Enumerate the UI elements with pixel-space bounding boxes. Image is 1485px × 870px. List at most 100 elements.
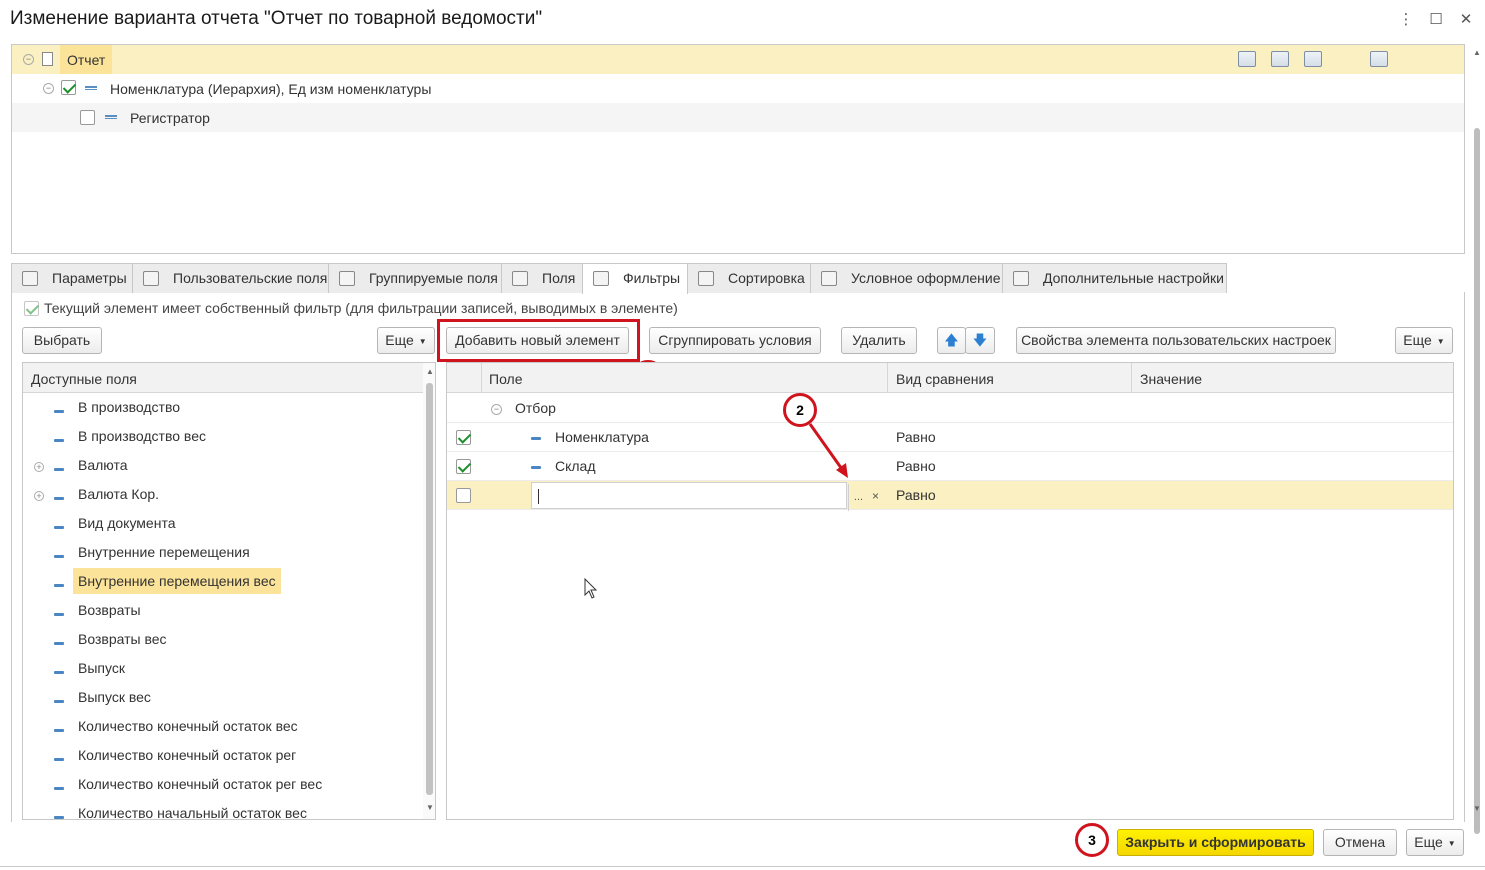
list-item[interactable]: Возвраты	[23, 597, 423, 626]
grouped-fields-icon	[339, 271, 355, 286]
field-icon	[54, 816, 64, 819]
tree-checkbox[interactable]	[61, 80, 76, 95]
field-input[interactable]: ... ×	[531, 482, 879, 511]
filter-group-row[interactable]: − Отбор	[447, 394, 1453, 423]
available-fields-scrollbar[interactable]: ▲ ▼	[423, 363, 435, 819]
table-row[interactable]: Склад Равно	[447, 452, 1453, 481]
tree-label: Регистратор	[130, 110, 210, 126]
filter-icon	[593, 271, 609, 286]
right-more-button[interactable]: Еще ▼	[1395, 327, 1453, 354]
field-icon	[54, 526, 64, 529]
table-row[interactable]: Номенклатура Равно	[447, 423, 1453, 452]
document-icon	[42, 52, 53, 66]
list-item[interactable]: Выпуск	[23, 655, 423, 684]
list-item[interactable]: + Валюта	[23, 452, 423, 481]
left-more-button[interactable]: Еще ▼	[377, 327, 435, 354]
list-item[interactable]: Вид документа	[23, 510, 423, 539]
scrollbar-thumb[interactable]	[1474, 128, 1480, 834]
list-item[interactable]: Количество конечный остаток рег	[23, 742, 423, 771]
mouse-pointer-icon	[584, 578, 598, 599]
column-comparison[interactable]: Вид сравнения	[896, 371, 994, 387]
grouping-tool-icon[interactable]	[1238, 51, 1256, 67]
move-down-icon[interactable]: 🡇	[965, 327, 995, 354]
collapse-icon[interactable]: −	[43, 83, 54, 94]
row-checkbox[interactable]	[456, 459, 471, 474]
settings-tool-icon[interactable]	[1370, 51, 1388, 67]
column-field[interactable]: Поле	[489, 371, 523, 387]
expand-icon[interactable]: +	[34, 462, 44, 472]
list-item[interactable]: В производство вес	[23, 423, 423, 452]
list-item[interactable]: В производство	[23, 394, 423, 423]
expand-icon[interactable]: +	[34, 491, 44, 501]
tab-parameters[interactable]: Параметры	[11, 263, 133, 293]
row-comparison[interactable]: Равно	[896, 487, 936, 503]
tab-additional-settings[interactable]: Дополнительные настройки	[1002, 263, 1227, 293]
list-item[interactable]: Количество начальный остаток вес	[23, 800, 423, 819]
collapse-icon[interactable]: −	[23, 54, 34, 65]
window-bottom-border	[0, 866, 1485, 867]
row-comparison[interactable]: Равно	[896, 458, 936, 474]
scrollbar-thumb[interactable]	[426, 383, 433, 795]
window-scrollbar[interactable]: ▲ ▼	[1470, 44, 1483, 834]
tab-fields[interactable]: Поля	[501, 263, 583, 293]
delete-button[interactable]: Удалить	[841, 327, 917, 354]
group-conditions-button[interactable]: Сгруппировать условия	[649, 327, 821, 354]
row-checkbox[interactable]	[456, 488, 471, 503]
cancel-button[interactable]: Отмена	[1323, 829, 1397, 856]
maximize-icon[interactable]: ☐	[1426, 10, 1446, 28]
add-new-element-button[interactable]: Добавить новый элемент	[446, 327, 629, 354]
tree-row-report[interactable]: − Отчет	[12, 45, 1464, 74]
own-filter-checkbox[interactable]	[24, 301, 39, 316]
tab-user-fields[interactable]: Пользовательские поля	[132, 263, 329, 293]
tree-label: Номенклатура (Иерархия), Ед изм номенкла…	[110, 81, 432, 97]
tab-conditional-formatting[interactable]: Условное оформление	[810, 263, 1003, 293]
table-row-editing[interactable]: ... × Равно	[447, 481, 1453, 511]
field-icon	[54, 642, 64, 645]
sorting-icon	[698, 271, 714, 286]
more-icon[interactable]: ⋮	[1396, 10, 1416, 28]
close-and-generate-button[interactable]: Закрыть и сформировать	[1117, 829, 1314, 856]
tree-label: Отчет	[67, 52, 106, 68]
row-checkbox[interactable]	[456, 430, 471, 445]
footer-more-button[interactable]: Еще ▼	[1406, 829, 1464, 856]
scroll-down-icon[interactable]: ▼	[426, 803, 434, 812]
tab-filters[interactable]: Фильтры	[582, 263, 688, 294]
report-structure-tree: − Отчет − Номенклатура (Иерархия), Ед из…	[11, 44, 1465, 254]
field-icon	[54, 787, 64, 790]
field-icon	[54, 439, 64, 442]
list-item[interactable]: Количество конечный остаток рег вес	[23, 771, 423, 800]
sort-tool-icon[interactable]	[1304, 51, 1322, 67]
list-item[interactable]: + Валюта Кор.	[23, 481, 423, 510]
scroll-down-icon[interactable]: ▼	[1473, 804, 1481, 813]
conditional-formatting-icon	[821, 271, 837, 286]
close-icon[interactable]: ✕	[1456, 10, 1476, 28]
list-item[interactable]: Внутренние перемещения	[23, 539, 423, 568]
scroll-up-icon[interactable]: ▲	[426, 367, 434, 376]
element-properties-button[interactable]: Свойства элемента пользовательских настр…	[1016, 327, 1336, 354]
field-icon	[531, 437, 541, 440]
tab-grouped-fields[interactable]: Группируемые поля	[328, 263, 502, 293]
clear-icon[interactable]: ×	[872, 489, 879, 503]
tree-checkbox[interactable]	[80, 110, 95, 125]
select-button[interactable]: Выбрать	[22, 327, 102, 354]
tree-row-registrar[interactable]: Регистратор	[12, 103, 1464, 132]
tree-row-nomenclature[interactable]: − Номенклатура (Иерархия), Ед изм номенк…	[12, 74, 1464, 103]
row-field: Склад	[555, 458, 596, 474]
move-up-icon[interactable]: 🡅	[937, 327, 966, 354]
field-icon	[54, 584, 64, 587]
user-fields-icon	[143, 271, 159, 286]
scroll-up-icon[interactable]: ▲	[1473, 48, 1481, 57]
select-field-button[interactable]: ...	[848, 484, 868, 511]
grouping-field-icon	[105, 115, 117, 119]
collapse-icon[interactable]: −	[491, 404, 502, 415]
list-item[interactable]: Количество конечный остаток вес	[23, 713, 423, 742]
field-icon	[54, 700, 64, 703]
list-item-selected[interactable]: Внутренние перемещения вес	[23, 568, 423, 597]
column-value[interactable]: Значение	[1140, 371, 1202, 387]
callout-arrow	[808, 423, 848, 478]
list-item[interactable]: Выпуск вес	[23, 684, 423, 713]
filter-tool-icon[interactable]	[1271, 51, 1289, 67]
list-item[interactable]: Возвраты вес	[23, 626, 423, 655]
tab-sorting[interactable]: Сортировка	[687, 263, 811, 293]
row-comparison[interactable]: Равно	[896, 429, 936, 445]
